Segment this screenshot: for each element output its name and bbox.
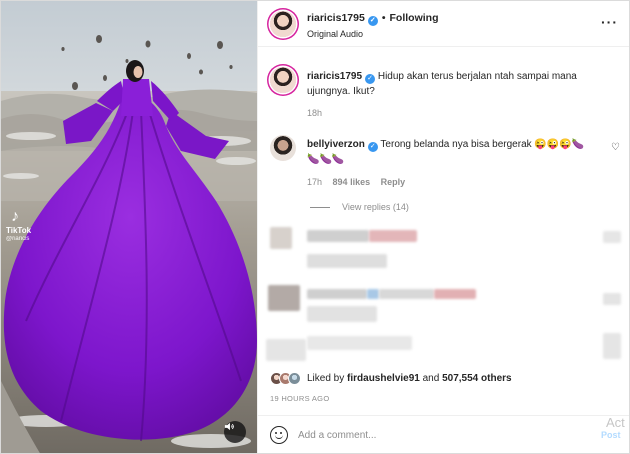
post-photo xyxy=(1,1,257,453)
view-replies-button[interactable]: View replies (14) xyxy=(310,202,409,212)
reply-button[interactable]: Reply xyxy=(381,177,406,187)
verified-badge-icon: ✓ xyxy=(367,142,378,152)
comment-input[interactable] xyxy=(298,427,548,443)
post-comment-button[interactable]: Post xyxy=(601,430,621,440)
comment-username[interactable]: bellyiverzon xyxy=(307,139,365,150)
liked-by-text: Liked by firdaushelvie91 and 507,554 oth… xyxy=(307,373,512,384)
caption-username[interactable]: riaricis1795 xyxy=(307,71,362,82)
tiktok-watermark: ♪ TikTok @riaricis xyxy=(6,208,32,243)
comment-likes[interactable]: 894 likes xyxy=(333,177,371,187)
blurred-text xyxy=(307,230,369,242)
comment-meta: 17h 894 likes Reply xyxy=(307,177,405,187)
dot-separator: • xyxy=(381,12,386,24)
view-replies-label: View replies (14) xyxy=(342,202,409,212)
blurred-heart xyxy=(603,293,621,305)
liked-by-row: Liked by firdaushelvie91 and 507,554 oth… xyxy=(270,369,512,387)
blurred-avatar xyxy=(268,285,300,311)
author-line: riaricis1795 ✓ • Following xyxy=(307,12,439,26)
verified-badge-icon: ✓ xyxy=(365,74,376,84)
post-dialog: ♪ TikTok @riaricis riaricis1795 ✓ • Followi… xyxy=(0,0,630,454)
sound-toggle-button[interactable] xyxy=(224,421,246,443)
comment-body: Terong belanda nya bisa bergerak 😜😜😜🍆 xyxy=(380,139,585,150)
tiktok-handle: @riaricis xyxy=(6,236,30,242)
replies-divider xyxy=(310,206,330,208)
caption-time[interactable]: 18h xyxy=(307,108,322,118)
post-details-panel: riaricis1795 ✓ • Following Original Audio ·… xyxy=(257,1,629,453)
blurred-text xyxy=(307,336,412,350)
blurred-text xyxy=(307,289,367,299)
liked-by-prefix: Liked by xyxy=(307,372,345,384)
tiktok-note-icon: ♪ xyxy=(11,208,19,225)
blurred-text xyxy=(367,289,379,299)
comment-body-line2: 🍆🍆🍆 xyxy=(307,154,345,165)
following-button[interactable]: Following xyxy=(390,12,439,24)
emoji-picker-icon[interactable] xyxy=(270,426,288,444)
post-media[interactable]: ♪ TikTok @riaricis xyxy=(1,1,257,453)
author-avatar[interactable] xyxy=(270,11,296,37)
verified-badge-icon: ✓ xyxy=(367,16,378,26)
blurred-text xyxy=(369,230,417,242)
blurred-avatar xyxy=(270,227,292,249)
author-username[interactable]: riaricis1795 xyxy=(307,12,365,24)
more-options-icon[interactable]: ··· xyxy=(601,15,618,29)
post-header: riaricis1795 ✓ • Following Original Audio ·… xyxy=(258,1,629,47)
original-audio-link[interactable]: Original Audio xyxy=(307,29,363,39)
liker-avatar[interactable] xyxy=(288,371,301,385)
blurred-heart xyxy=(603,333,621,359)
liked-by-conjunction: and xyxy=(422,372,440,384)
liked-by-count[interactable]: 507,554 others xyxy=(442,373,512,384)
comment-text: bellyiverzon ✓ Terong belanda nya bisa be… xyxy=(307,137,607,167)
tiktok-brand: TikTok xyxy=(6,226,32,235)
comment-time[interactable]: 17h xyxy=(307,177,322,187)
blurred-text xyxy=(379,289,434,299)
caption-avatar[interactable] xyxy=(270,67,296,93)
liked-by-user[interactable]: firdaushelvie91 xyxy=(347,373,420,384)
post-timestamp[interactable]: 19 HOURS AGO xyxy=(270,394,329,403)
commenter-avatar[interactable] xyxy=(270,135,296,161)
add-comment-bar: Post xyxy=(258,415,629,453)
comment-like-heart-icon[interactable]: ♡ xyxy=(611,142,620,153)
blurred-avatar xyxy=(266,339,306,361)
caption-text: riaricis1795 ✓ Hidup akan terus berjalan … xyxy=(307,69,602,99)
blurred-text xyxy=(307,254,387,268)
blurred-heart xyxy=(603,231,621,243)
blurred-text xyxy=(307,306,377,322)
blurred-text xyxy=(434,289,476,299)
speaker-muted-icon xyxy=(224,422,234,431)
activation-watermark: Act xyxy=(606,415,625,430)
